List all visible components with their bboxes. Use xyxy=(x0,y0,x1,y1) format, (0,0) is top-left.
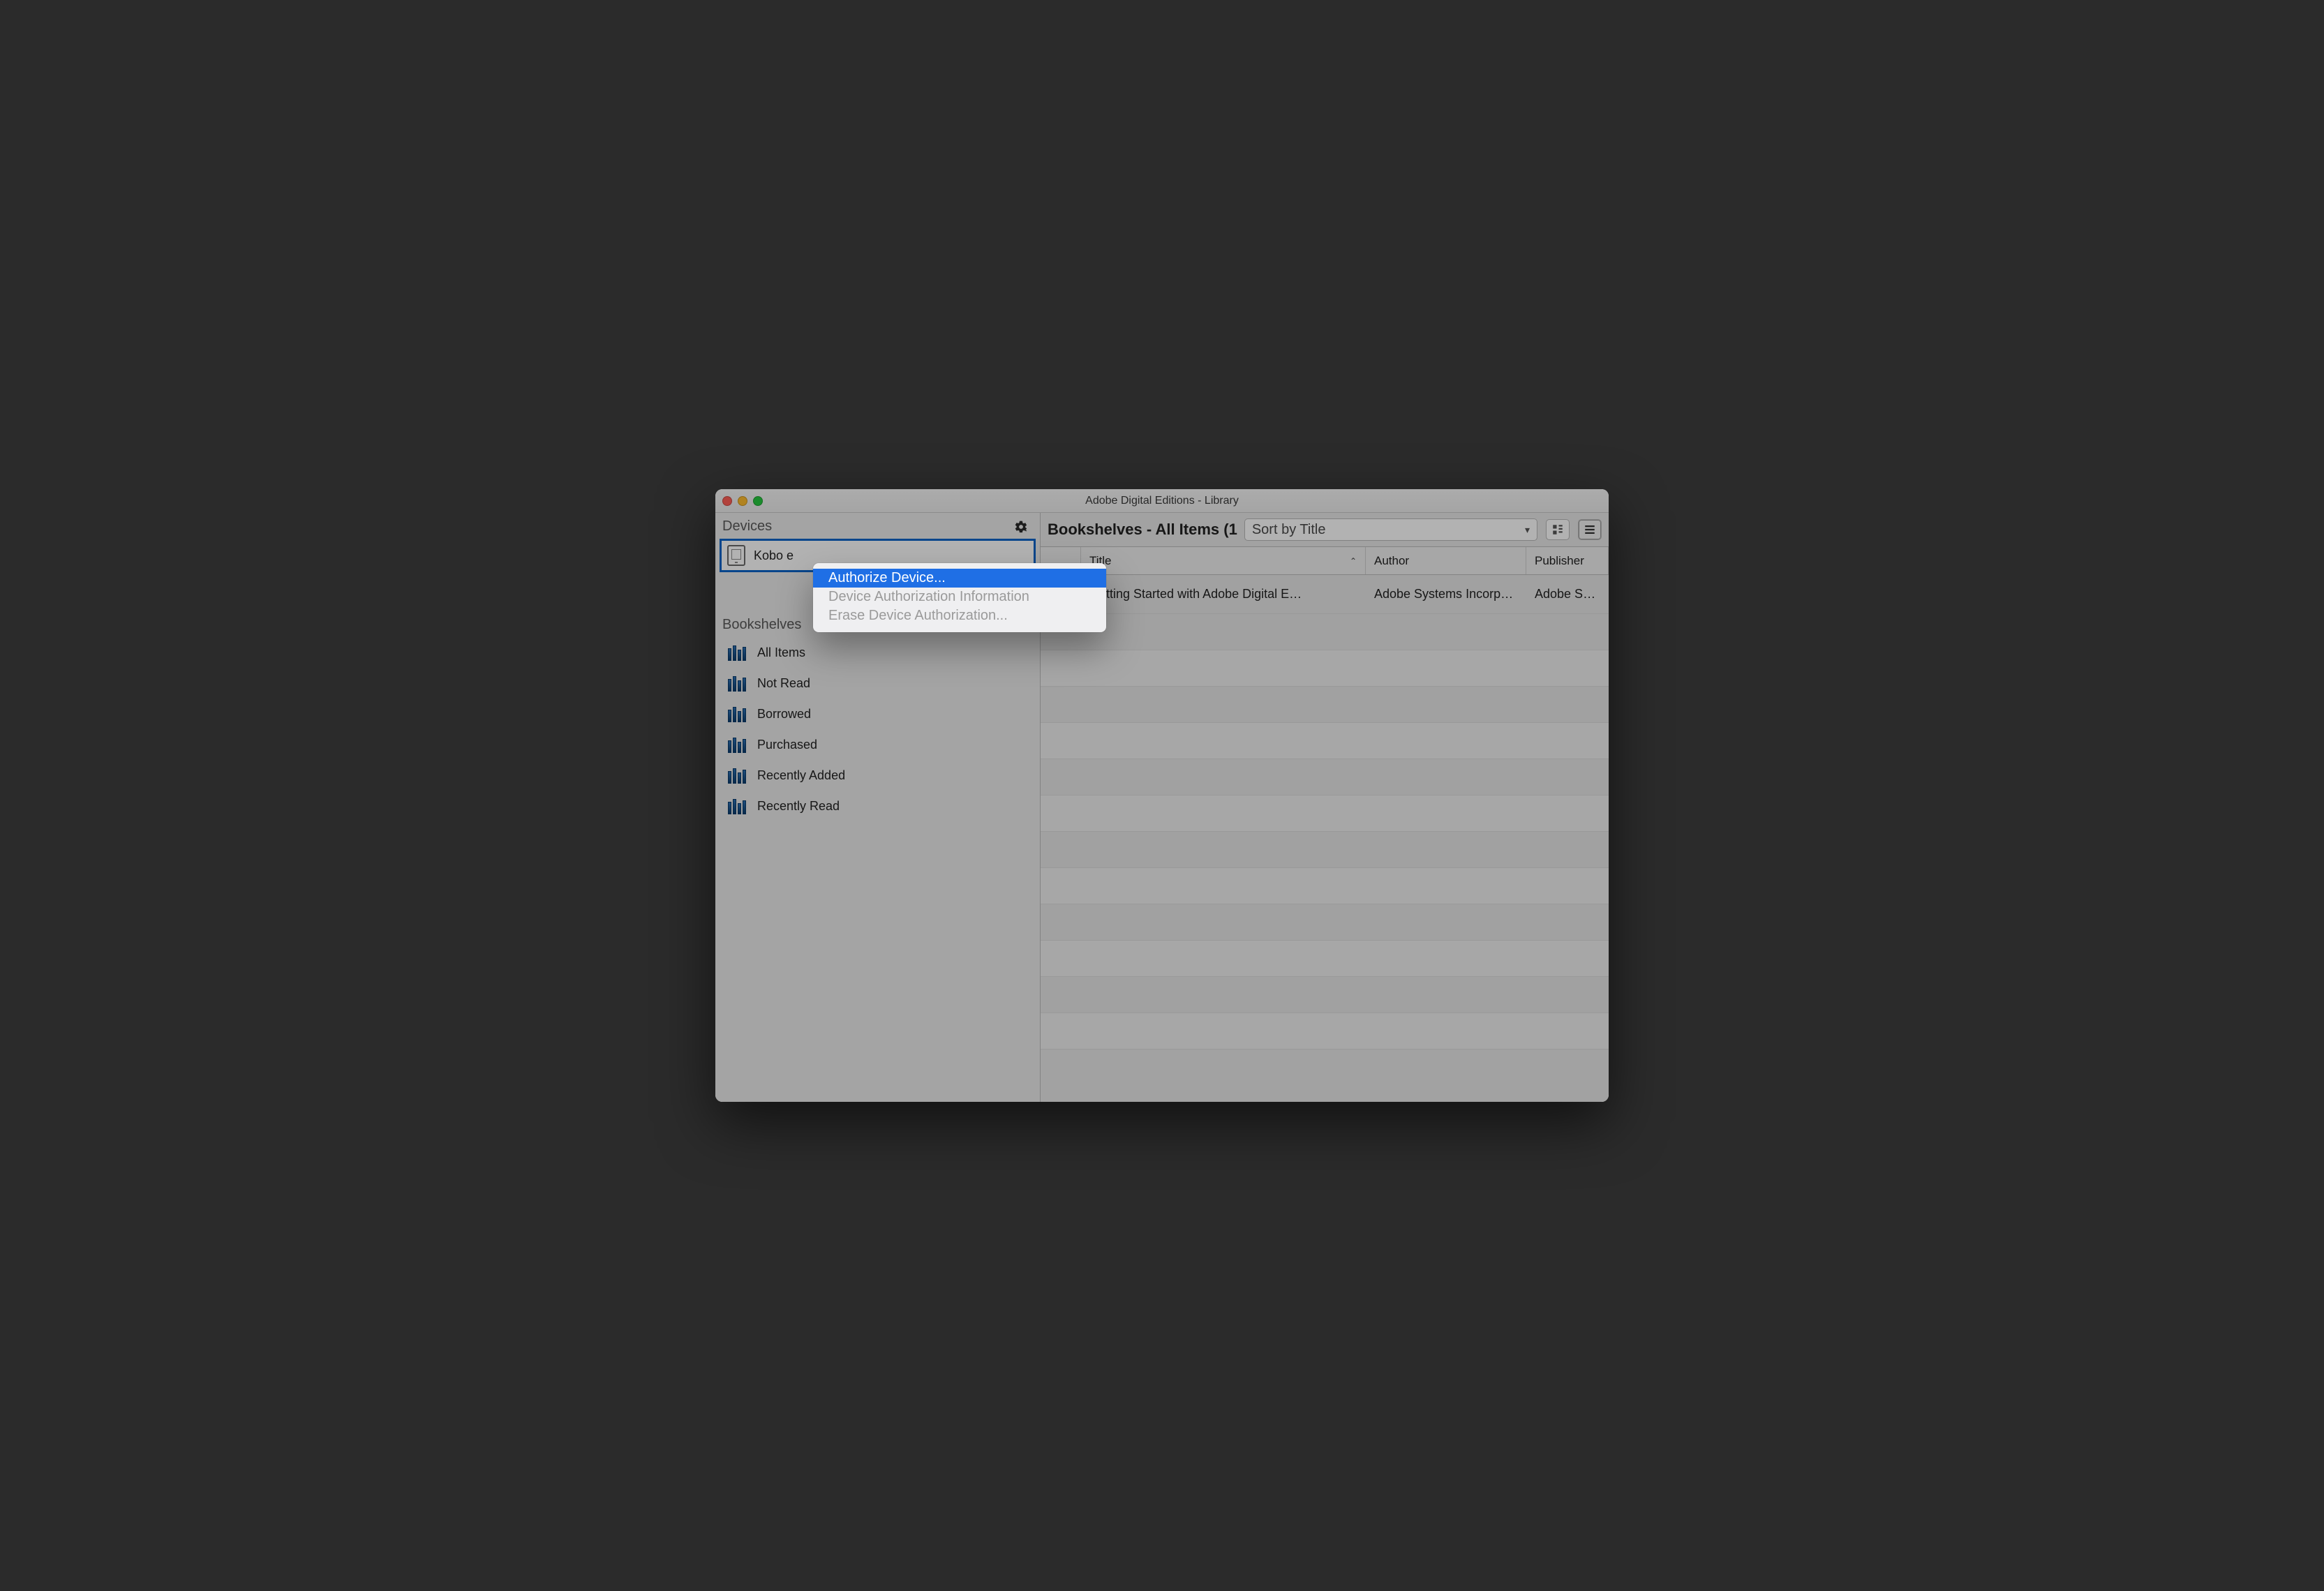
sidebar-bookshelves-label: Bookshelves xyxy=(722,617,801,633)
bookshelf-label: Borrowed xyxy=(757,707,811,722)
table-header: Title ⌃ Author Publisher xyxy=(1041,547,1609,575)
main-toolbar: Bookshelves - All Items (1 Sort by Title… xyxy=(1041,513,1609,547)
bookshelf-label: All Items xyxy=(757,645,805,660)
bookshelf-icon xyxy=(728,767,747,784)
app-window: Adobe Digital Editions - Library Devices… xyxy=(715,489,1609,1102)
bookshelf-label: Purchased xyxy=(757,738,817,752)
column-title[interactable]: Title ⌃ xyxy=(1081,547,1366,574)
breadcrumb: Bookshelves - All Items (1 xyxy=(1048,521,1240,539)
bookshelf-icon xyxy=(728,644,747,661)
menu-item-device-auth-info: Device Authorization Information xyxy=(813,588,1106,606)
sort-dropdown[interactable]: Sort by Title ▾ xyxy=(1244,518,1537,541)
bookshelf-item[interactable]: All Items xyxy=(715,637,1040,668)
column-publisher[interactable]: Publisher xyxy=(1526,547,1609,574)
device-options-gear-icon[interactable] xyxy=(1012,520,1030,534)
close-window-button[interactable] xyxy=(722,496,732,506)
column-author[interactable]: Author xyxy=(1366,547,1526,574)
bookshelf-icon xyxy=(728,798,747,814)
bookshelf-label: Not Read xyxy=(757,676,810,691)
list-view-button[interactable] xyxy=(1578,519,1602,540)
sidebar-device-label: Kobo e xyxy=(754,548,794,563)
menu-item-label: Authorize Device... xyxy=(828,570,946,585)
thumbnail-view-button[interactable] xyxy=(1546,519,1570,540)
row-title: Getting Started with Adobe Digital E… xyxy=(1081,587,1366,602)
bookshelf-item[interactable]: Borrowed xyxy=(715,699,1040,729)
row-author: Adobe Systems Incorp… xyxy=(1366,587,1526,602)
ereader-icon xyxy=(727,545,745,566)
titlebar: Adobe Digital Editions - Library xyxy=(715,489,1609,513)
bookshelf-item[interactable]: Recently Read xyxy=(715,791,1040,821)
bookshelf-item[interactable]: Recently Added xyxy=(715,760,1040,791)
menu-item-label: Erase Device Authorization... xyxy=(828,608,1008,623)
empty-rows xyxy=(1041,614,1609,1050)
sort-dropdown-label: Sort by Title xyxy=(1252,522,1326,538)
chevron-down-icon: ▾ xyxy=(1525,524,1530,536)
bookshelf-label: Recently Added xyxy=(757,768,845,783)
sidebar-devices-label: Devices xyxy=(722,518,772,535)
minimize-window-button[interactable] xyxy=(738,496,747,506)
bookshelf-icon xyxy=(728,675,747,692)
traffic-lights xyxy=(715,496,763,506)
sort-ascending-icon: ⌃ xyxy=(1344,556,1357,566)
maximize-window-button[interactable] xyxy=(753,496,763,506)
bookshelves-list: All Items Not Read Borrowed Purchased Re… xyxy=(715,637,1040,821)
bookshelf-item[interactable]: Purchased xyxy=(715,729,1040,760)
device-context-menu: Authorize Device... Device Authorization… xyxy=(813,563,1106,632)
bookshelf-icon xyxy=(728,736,747,753)
bookshelf-label: Recently Read xyxy=(757,799,840,814)
bookshelf-icon xyxy=(728,705,747,722)
menu-item-erase-device-auth: Erase Device Authorization... xyxy=(813,606,1106,625)
column-publisher-label: Publisher xyxy=(1535,554,1584,568)
row-publisher: Adobe System xyxy=(1526,587,1609,602)
column-author-label: Author xyxy=(1374,554,1409,568)
menu-item-authorize-device[interactable]: Authorize Device... xyxy=(813,569,1106,588)
window-title: Adobe Digital Editions - Library xyxy=(715,495,1609,507)
bookshelf-item[interactable]: Not Read xyxy=(715,668,1040,699)
menu-item-label: Device Authorization Information xyxy=(828,589,1029,604)
table-body: Getting Started with Adobe Digital E… Ad… xyxy=(1041,575,1609,1102)
table-row[interactable]: Getting Started with Adobe Digital E… Ad… xyxy=(1041,575,1609,614)
main-panel: Bookshelves - All Items (1 Sort by Title… xyxy=(1041,513,1609,1102)
sidebar-section-devices: Devices xyxy=(715,513,1040,539)
